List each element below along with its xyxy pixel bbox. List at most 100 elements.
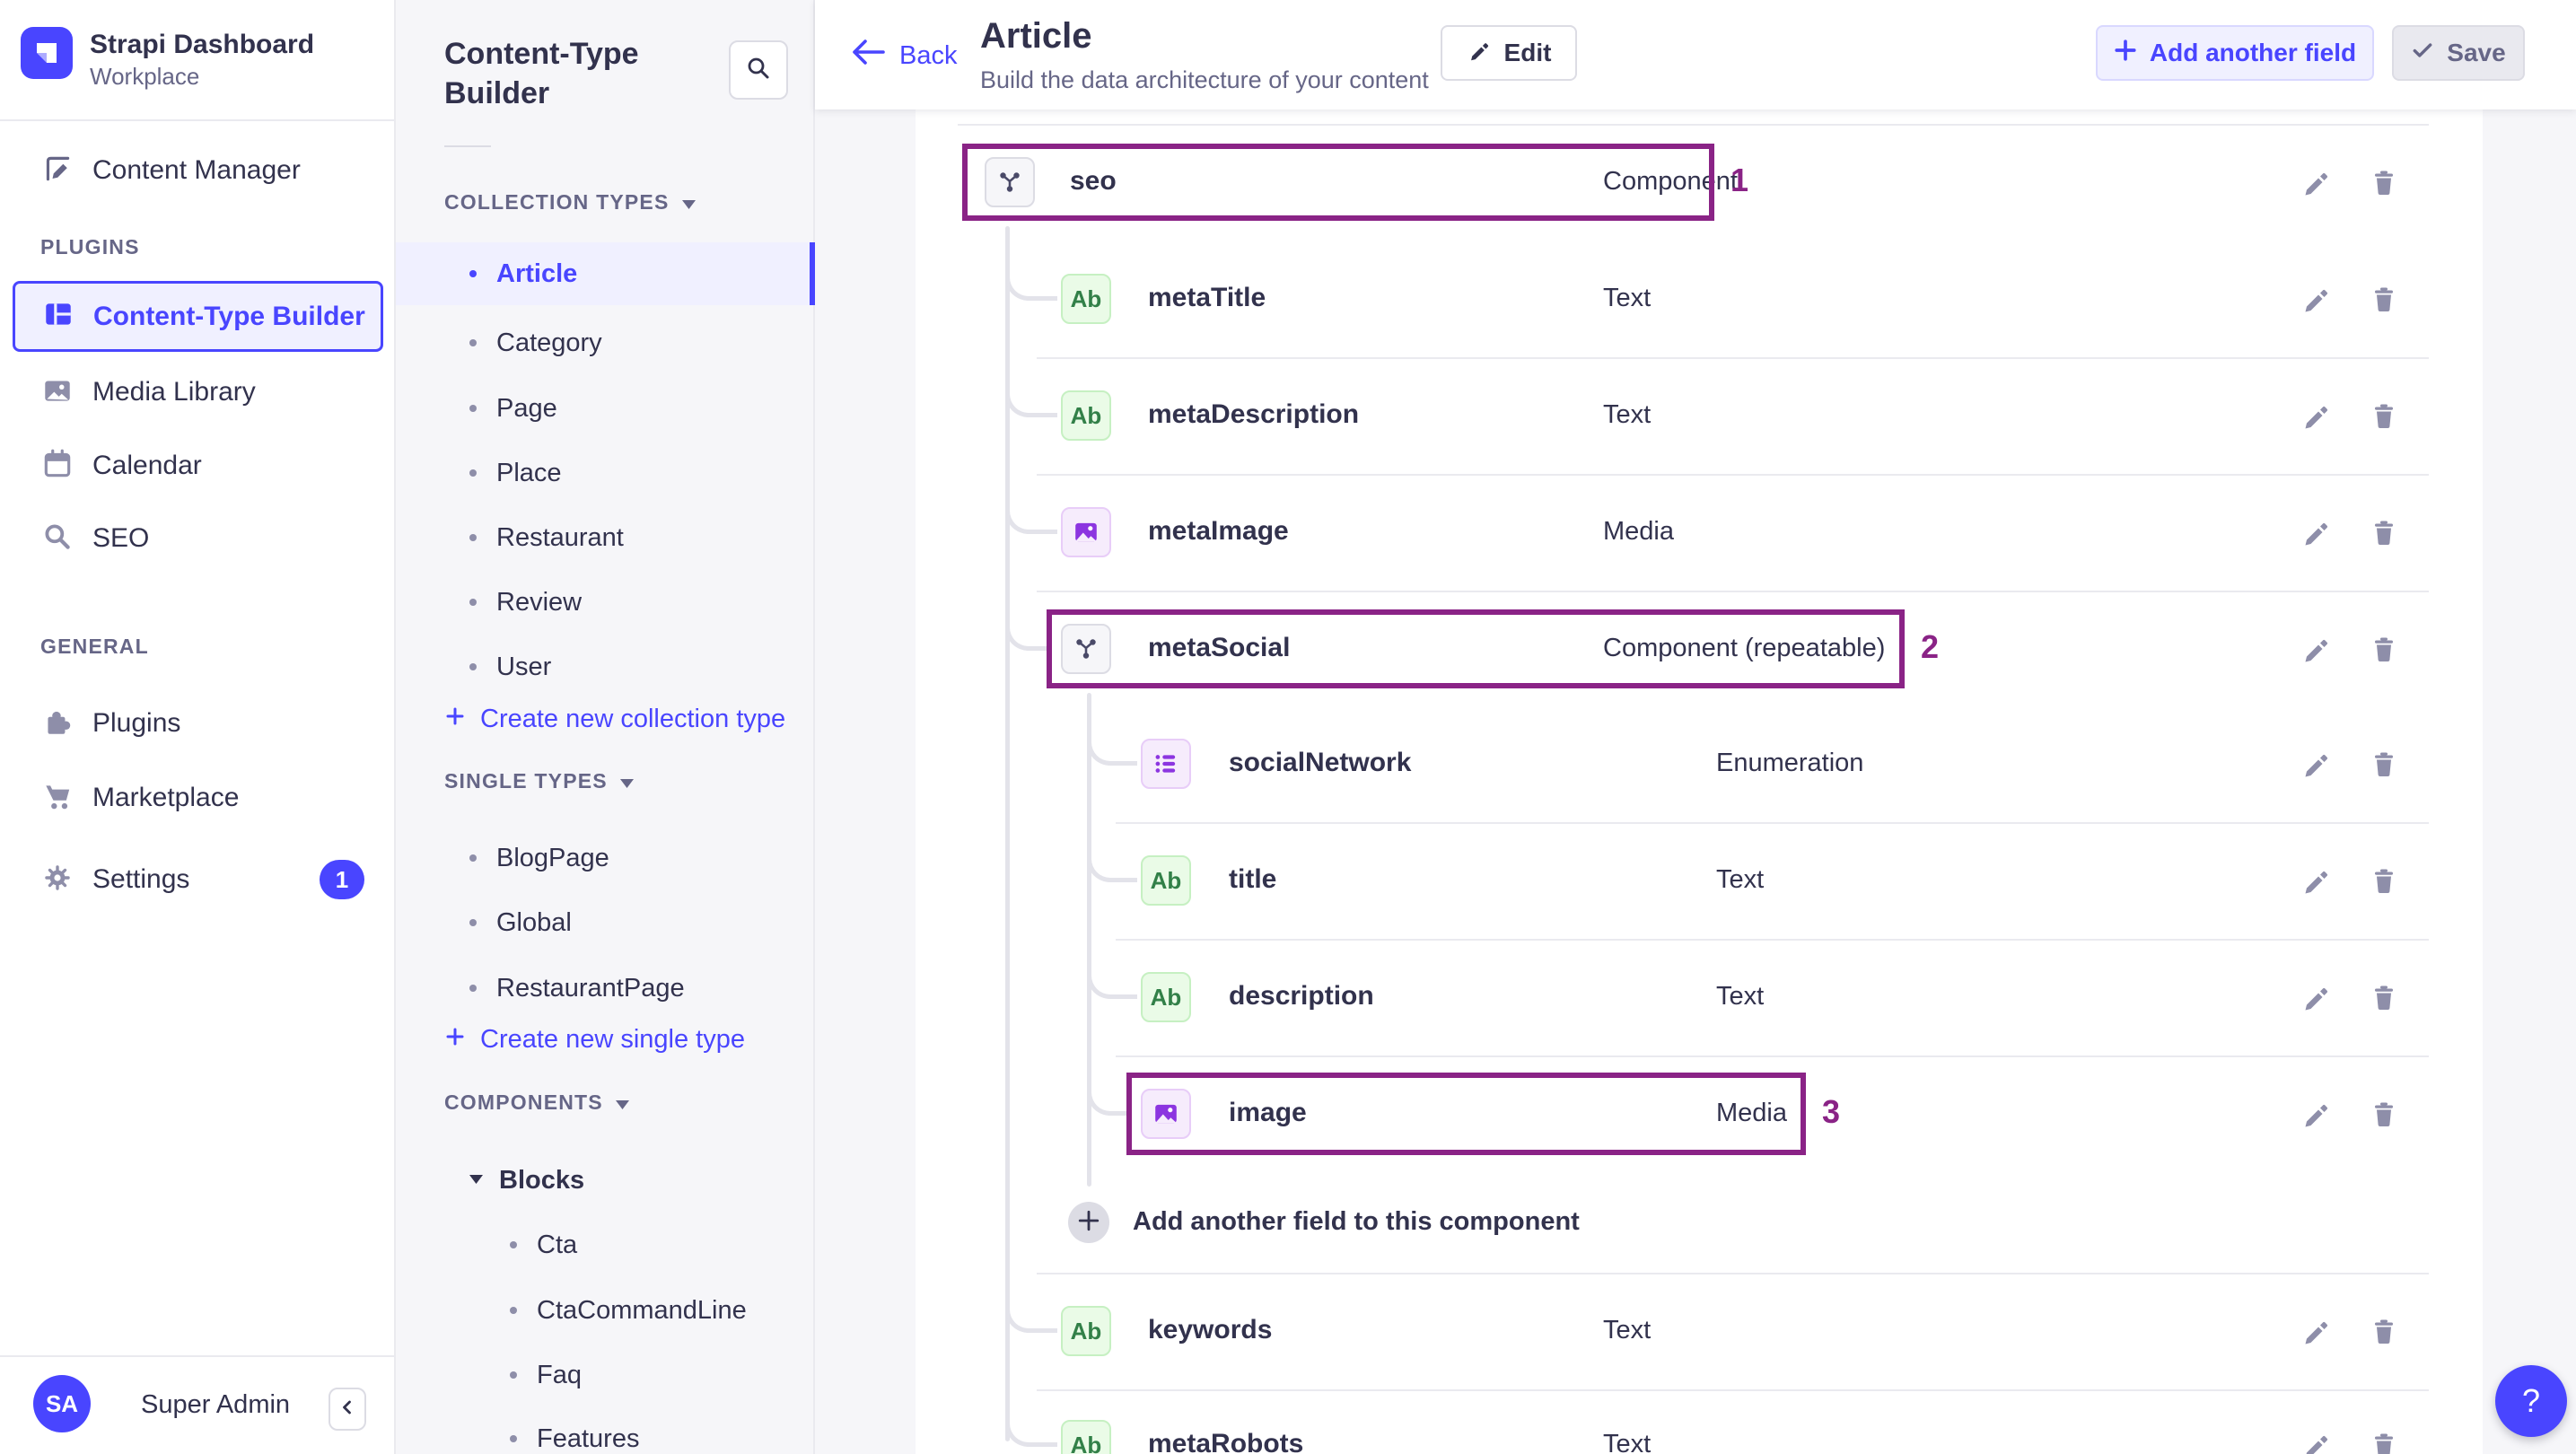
component-ctacommandline[interactable]: CtaCommandLine — [510, 1284, 747, 1336]
annotation-box — [1047, 609, 1905, 688]
delete-field-button[interactable] — [2368, 1429, 2400, 1454]
tree-elbow-connector — [1087, 723, 1137, 766]
component-category-blocks[interactable]: Blocks — [469, 1154, 584, 1206]
create-single-type-link[interactable]: Create new single type — [444, 1025, 745, 1055]
delete-field-button[interactable] — [2368, 981, 2400, 1013]
collection-type-article[interactable]: Article — [469, 248, 577, 300]
single-type-restaurantpage[interactable]: RestaurantPage — [469, 962, 685, 1014]
nav-item-label: Features — [537, 1423, 640, 1453]
help-button[interactable]: ? — [2495, 1365, 2567, 1437]
selected-item-indicator — [810, 242, 815, 305]
single-types-header[interactable]: SINGLE TYPES — [444, 769, 634, 793]
chevron-down-icon — [681, 190, 696, 215]
search-button[interactable] — [729, 40, 788, 100]
text-field-icon: Ab — [1061, 1420, 1111, 1454]
edit-label: Edit — [1503, 39, 1552, 66]
media-library-icon — [40, 373, 74, 412]
row-divider — [1037, 1273, 2429, 1274]
sidebar-item-plugins[interactable]: Plugins — [40, 694, 180, 753]
sidebar-item-content-type-builder[interactable]: Content-Type Builder — [13, 281, 383, 352]
collapse-sidebar-button[interactable] — [329, 1388, 366, 1431]
delete-field-button[interactable] — [2368, 516, 2400, 548]
row-divider — [1037, 474, 2429, 476]
field-name: socialNetwork — [1229, 748, 1412, 777]
edit-field-button[interactable] — [2300, 633, 2332, 665]
single-type-blogpage[interactable]: BlogPage — [469, 832, 609, 884]
delete-field-button[interactable] — [2368, 399, 2400, 432]
sidebar-item-settings[interactable]: Settings — [40, 850, 189, 909]
puzzle-icon — [40, 705, 74, 743]
collection-types-header[interactable]: COLLECTION TYPES — [444, 190, 696, 215]
chevron-down-icon — [615, 1090, 629, 1115]
annotation-box — [1126, 1073, 1806, 1155]
edit-field-button[interactable] — [2300, 166, 2332, 198]
edit-field-button[interactable] — [2300, 399, 2332, 432]
row-divider — [1037, 591, 2429, 592]
edit-field-button[interactable] — [2300, 1315, 2332, 1347]
components-header[interactable]: COMPONENTS — [444, 1090, 629, 1115]
delete-field-button[interactable] — [2368, 633, 2400, 665]
add-another-field-button[interactable]: Add another field — [2096, 25, 2374, 81]
collection-type-restaurant[interactable]: Restaurant — [469, 512, 624, 564]
create-collection-type-link[interactable]: Create new collection type — [444, 705, 785, 734]
edit-field-button[interactable] — [2300, 283, 2332, 315]
edit-field-button[interactable] — [2300, 1429, 2332, 1454]
component-features[interactable]: Features — [510, 1413, 639, 1454]
delete-field-button[interactable] — [2368, 166, 2400, 198]
selected-item-highlight — [396, 242, 815, 305]
plus-icon — [444, 1025, 466, 1055]
nav-item-label: Restaurant — [496, 522, 624, 552]
add-field-to-component-button[interactable] — [1068, 1202, 1109, 1243]
sidebar-item-calendar[interactable]: Calendar — [40, 436, 202, 495]
check-icon — [2411, 39, 2434, 68]
sidebar-item-marketplace[interactable]: Marketplace — [40, 768, 239, 828]
delete-field-button[interactable] — [2368, 283, 2400, 315]
question-mark-icon: ? — [2521, 1382, 2541, 1419]
edit-field-button[interactable] — [2300, 1098, 2332, 1130]
sidebar-item-media-library[interactable]: Media Library — [40, 363, 256, 422]
delete-field-button[interactable] — [2368, 748, 2400, 780]
text-field-icon: Ab — [1141, 972, 1191, 1022]
strapi-logo-icon — [21, 27, 73, 79]
category-label: Blocks — [499, 1165, 585, 1195]
collection-type-user[interactable]: User — [469, 641, 551, 693]
edit-field-button[interactable] — [2300, 516, 2332, 548]
edit-field-button[interactable] — [2300, 864, 2332, 897]
calendar-icon — [40, 447, 74, 486]
component-faq[interactable]: Faq — [510, 1349, 582, 1401]
nav-item-label: RestaurantPage — [496, 973, 685, 1003]
delete-field-button[interactable] — [2368, 1315, 2400, 1347]
bullet-icon — [469, 534, 477, 541]
plus-icon — [1077, 1209, 1100, 1237]
collection-type-place[interactable]: Place — [469, 447, 562, 499]
general-section-label: GENERAL — [40, 635, 149, 658]
app-window: Strapi Dashboard Workplace Content Manag… — [0, 0, 2576, 1454]
section-label: SINGLE TYPES — [444, 769, 608, 793]
field-name: description — [1229, 981, 1374, 1011]
sidebar-item-content-manager[interactable]: Content Manager — [40, 141, 301, 200]
row-divider — [958, 124, 2429, 126]
collection-type-review[interactable]: Review — [469, 576, 582, 628]
avatar[interactable]: SA — [33, 1375, 91, 1432]
sidebar-item-label: Content-Type Builder — [93, 301, 365, 331]
bullet-icon — [469, 599, 477, 606]
bullet-icon — [510, 1241, 517, 1248]
sidebar-item-label: Marketplace — [92, 783, 240, 812]
magnifier-icon — [40, 520, 74, 558]
single-type-global[interactable]: Global — [469, 897, 572, 949]
delete-field-button[interactable] — [2368, 864, 2400, 897]
page-header: Back Article Build the data architecture… — [815, 0, 2576, 109]
field-type: Text — [1603, 284, 1652, 312]
delete-field-button[interactable] — [2368, 1098, 2400, 1130]
field-name: metaTitle — [1148, 283, 1266, 312]
edit-field-button[interactable] — [2300, 748, 2332, 780]
edit-field-button[interactable] — [2300, 981, 2332, 1013]
component-cta[interactable]: Cta — [510, 1219, 577, 1271]
collection-type-page[interactable]: Page — [469, 382, 557, 434]
sidebar-item-seo[interactable]: SEO — [40, 509, 149, 568]
back-link[interactable]: Back — [851, 36, 957, 75]
edit-button[interactable]: Edit — [1441, 25, 1577, 81]
save-button[interactable]: Save — [2392, 25, 2525, 81]
collection-type-category[interactable]: Category — [469, 317, 602, 369]
nav-item-label: Cta — [537, 1230, 578, 1259]
